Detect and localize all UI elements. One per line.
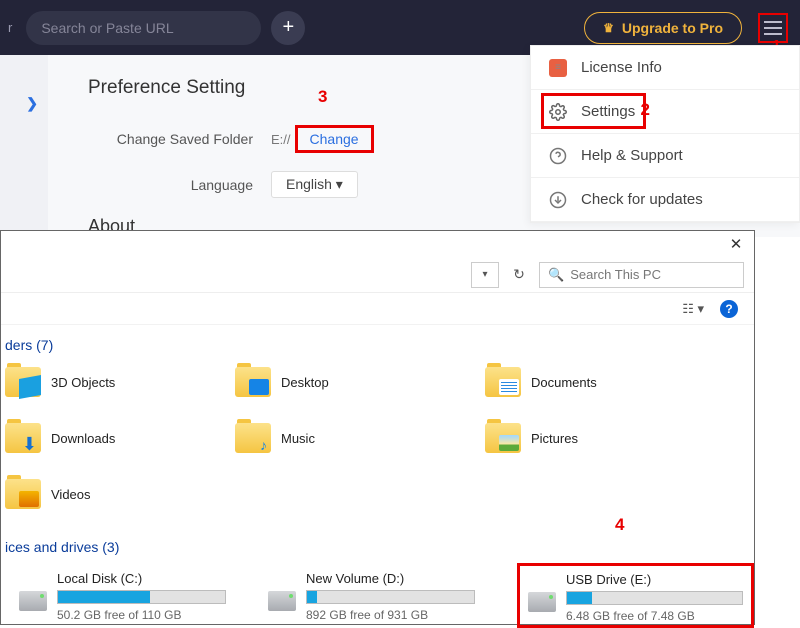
folder-label: Documents: [531, 375, 597, 390]
menu-item-settings[interactable]: Settings: [531, 90, 799, 134]
disk-icon: [268, 591, 296, 611]
drive-c[interactable]: Local Disk (C:) 50.2 GB free of 110 GB: [19, 571, 226, 622]
usage-bar: [566, 591, 743, 605]
explorer-search[interactable]: 🔍 Search This PC: [539, 262, 744, 288]
folder-label: Change Saved Folder: [88, 131, 253, 147]
folder-label: Music: [281, 431, 315, 446]
menu-item-updates[interactable]: Check for updates: [531, 178, 799, 222]
folder-icon: [485, 367, 521, 397]
refresh-button[interactable]: ↻: [505, 262, 533, 288]
folder-pictures[interactable]: Pictures: [485, 423, 735, 453]
explorer-address-row: ▾ ↻ 🔍 Search This PC: [1, 257, 754, 293]
annotation-2: 2: [641, 100, 650, 120]
hamburger-icon: [764, 21, 782, 35]
search-placeholder: Search or Paste URL: [41, 20, 173, 36]
license-icon: ≡: [549, 59, 567, 77]
change-button[interactable]: Change: [310, 131, 359, 147]
drive-name: New Volume (D:): [306, 571, 475, 586]
language-select[interactable]: English ▾: [271, 171, 358, 198]
folder-label: Videos: [51, 487, 91, 502]
explorer-search-placeholder: Search This PC: [570, 267, 661, 282]
annotation-3: 3: [318, 87, 327, 107]
add-button[interactable]: +: [271, 11, 305, 45]
folder-icon: [485, 423, 521, 453]
menu-label: Check for updates: [581, 191, 703, 208]
drives-header: ices and drives (3): [1, 527, 754, 559]
explorer-titlebar: ✕: [1, 231, 754, 257]
folders-header: ders (7): [1, 325, 754, 357]
pref-title: Preference Setting: [88, 77, 374, 99]
view-mode-button[interactable]: ☷ ▾: [682, 301, 704, 317]
gear-icon: [549, 103, 567, 121]
menu-label: License Info: [581, 59, 662, 76]
refresh-icon: ↻: [513, 266, 525, 283]
folder-label: Desktop: [281, 375, 329, 390]
usage-bar: [306, 590, 475, 604]
crown-icon: ♛: [603, 21, 614, 35]
left-rail: ❯: [0, 55, 48, 230]
search-icon: 🔍: [548, 267, 564, 283]
drive-name: USB Drive (E:): [566, 572, 743, 587]
folder-desktop[interactable]: Desktop: [235, 367, 485, 397]
explorer-view-row: ☷ ▾ ?: [1, 293, 754, 325]
folder-videos[interactable]: Videos: [5, 479, 235, 509]
annotation-box-4: USB Drive (E:) 6.48 GB free of 7.48 GB: [517, 563, 754, 628]
drive-d[interactable]: New Volume (D:) 892 GB free of 931 GB: [268, 571, 475, 622]
folder-icon: [5, 367, 41, 397]
disk-icon: [528, 592, 556, 612]
annotation-4: 4: [615, 515, 624, 535]
close-button[interactable]: ✕: [726, 235, 746, 253]
chevron-down-icon: ▾: [482, 269, 487, 280]
folders-grid: 3D Objects Desktop Documents ⬇ Downloads…: [1, 357, 754, 509]
address-dropdown[interactable]: ▾: [471, 262, 499, 288]
help-icon: [549, 147, 567, 165]
drive-e[interactable]: USB Drive (E:) 6.48 GB free of 7.48 GB: [528, 572, 743, 623]
folder-music[interactable]: ♪ Music: [235, 423, 485, 453]
search-input[interactable]: Search or Paste URL: [26, 11, 261, 45]
menu-item-help[interactable]: Help & Support: [531, 134, 799, 178]
drives-row: Local Disk (C:) 50.2 GB free of 110 GB N…: [1, 559, 754, 628]
menu-label: Help & Support: [581, 147, 683, 164]
folder-icon: ♪: [235, 423, 271, 453]
change-button-wrap: Change: [295, 125, 374, 153]
app-letter: r: [8, 20, 12, 35]
menu-label: Settings: [581, 103, 635, 120]
usage-bar: [57, 590, 226, 604]
folder-icon: ⬇: [5, 423, 41, 453]
help-button[interactable]: ?: [720, 300, 738, 318]
usage-fill: [58, 591, 150, 603]
folder-documents[interactable]: Documents: [485, 367, 735, 397]
menu-item-license[interactable]: ≡ License Info: [531, 46, 799, 90]
plus-icon: +: [283, 16, 295, 39]
folder-label: Downloads: [51, 431, 115, 446]
folder-path: E://: [271, 132, 291, 147]
folder-downloads[interactable]: ⬇ Downloads: [5, 423, 235, 453]
folder-icon: [5, 479, 41, 509]
folder-3d-objects[interactable]: 3D Objects: [5, 367, 235, 397]
drive-free: 892 GB free of 931 GB: [306, 608, 475, 622]
chevron-right-icon[interactable]: ❯: [26, 95, 38, 112]
upgrade-label: Upgrade to Pro: [622, 20, 723, 36]
preferences-panel: Preference Setting 3 Change Saved Folder…: [48, 55, 374, 237]
download-icon: [549, 191, 567, 209]
main-menu-dropdown: ≡ License Info Settings Help & Support C…: [530, 45, 800, 223]
folder-label: Pictures: [531, 431, 578, 446]
drive-free: 50.2 GB free of 110 GB: [57, 608, 226, 622]
file-explorer: ✕ ▾ ↻ 🔍 Search This PC ☷ ▾ ? ders (7) 3D…: [0, 230, 755, 625]
folder-label: 3D Objects: [51, 375, 115, 390]
folder-icon: [235, 367, 271, 397]
drive-free: 6.48 GB free of 7.48 GB: [566, 609, 743, 623]
upgrade-button[interactable]: ♛ Upgrade to Pro: [584, 12, 742, 44]
disk-icon: [19, 591, 47, 611]
drive-name: Local Disk (C:): [57, 571, 226, 586]
language-label: Language: [88, 177, 253, 193]
